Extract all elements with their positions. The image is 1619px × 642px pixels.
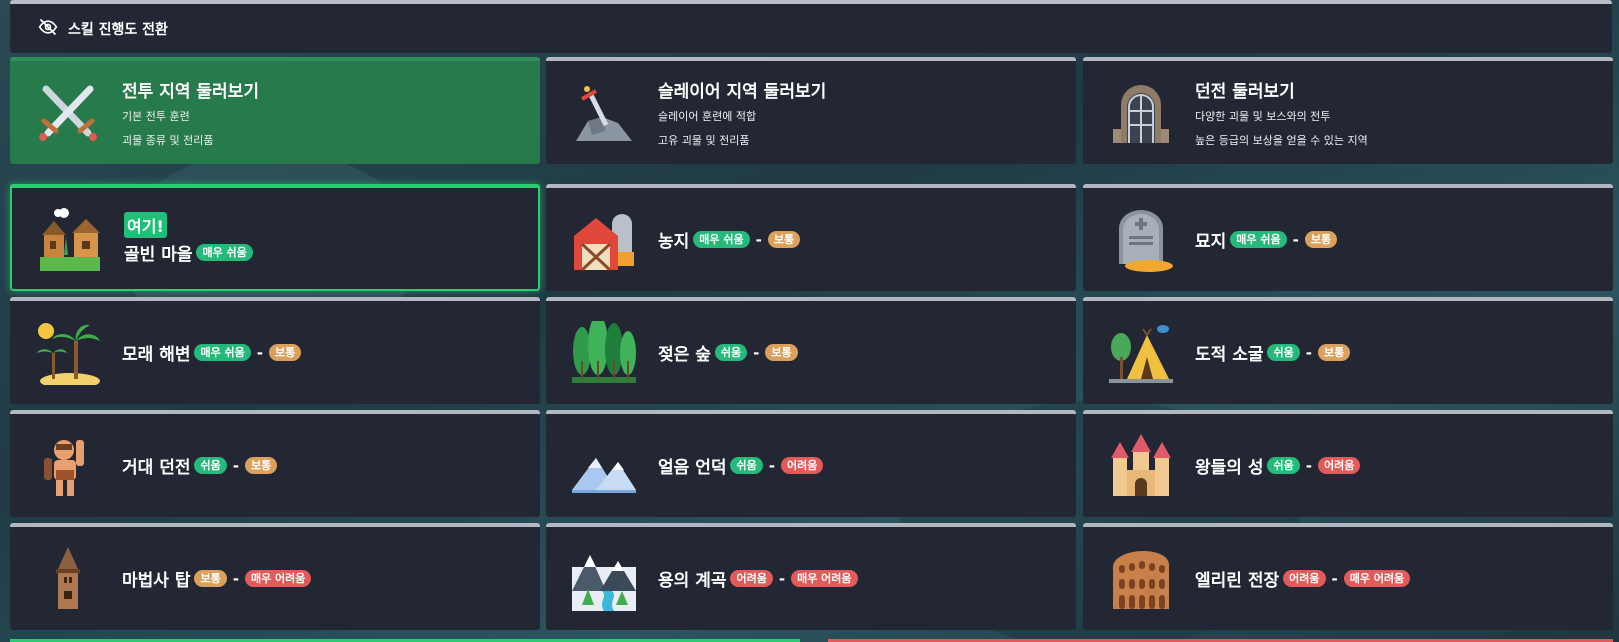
card-subtitle: 슬레이어 훈련에 적합 <box>658 110 757 123</box>
area-name: 골빈 마을 <box>124 245 193 265</box>
area-name: 엘리린 전장 <box>1195 571 1280 591</box>
separator: - <box>1305 456 1312 475</box>
forest-icon <box>572 314 636 385</box>
skill-progress-toggle-button[interactable]: 스킬 진행도 전환 <box>10 0 1612 53</box>
area-card-ice-hills[interactable]: 얼음 언덕 쉬움 - 어려움 <box>546 410 1076 517</box>
area-card-giant-dungeon[interactable]: 거대 던전 쉬움 - 보통 <box>10 410 540 517</box>
difficulty-badge: 보통 <box>767 230 801 249</box>
card-subtitle: 괴물 종류 및 전리품 <box>122 134 214 147</box>
village-icon <box>38 207 102 271</box>
area-name: 용의 계곡 <box>658 571 727 591</box>
dragon-valley-icon <box>572 547 636 611</box>
eye-slash-icon <box>38 17 58 41</box>
difficulty-badge: 어려움 <box>1283 569 1326 588</box>
card-title: 슬레이어 지역 둘러보기 <box>658 82 827 102</box>
dungeon-door-icon <box>1109 81 1173 145</box>
card-title: 전투 지역 둘러보기 <box>122 82 259 102</box>
difficulty-badge: 매우 어려움 <box>791 569 858 588</box>
difficulty-badge: 어려움 <box>1317 456 1361 475</box>
slayer-area-overview-card[interactable]: 슬레이어 지역 둘러보기 슬레이어 훈련에 적합 고유 괴물 및 전리품 <box>546 57 1076 164</box>
difficulty-badge: 보통 <box>194 569 227 588</box>
area-card-wet-forest[interactable]: 젖은 숲 쉬움 - 보통 <box>546 297 1076 404</box>
toggle-label: 스킬 진행도 전환 <box>68 21 168 38</box>
separator: - <box>1305 343 1312 362</box>
separator: - <box>778 569 786 588</box>
difficulty-badge: 매우 쉬움 <box>1230 230 1287 249</box>
giant-icon <box>36 434 100 498</box>
gravestone-icon <box>1109 208 1173 272</box>
difficulty-badge: 어려움 <box>780 456 824 475</box>
wizard-tower-icon <box>36 546 100 611</box>
card-subtitle: 다양한 괴물 및 보스와의 전투 <box>1195 110 1331 123</box>
dungeon-overview-card[interactable]: 던전 둘러보기 다양한 괴물 및 보스와의 전투 높은 등급의 보상을 얻을 수… <box>1083 57 1613 164</box>
colosseum-icon <box>1109 547 1173 611</box>
card-subtitle: 기본 전투 훈련 <box>122 110 190 123</box>
area-name: 묘지 <box>1195 232 1227 252</box>
area-card-elirin-battlefield[interactable]: 엘리린 전장 어려움 - 매우 어려움 <box>1083 523 1613 630</box>
separator: - <box>768 456 775 475</box>
separator: - <box>1292 230 1299 249</box>
area-card-wizard-tower[interactable]: 마법사 탑 보통 - 매우 어려움 <box>10 523 540 630</box>
separator: - <box>753 343 760 362</box>
separator: - <box>232 569 239 588</box>
card-subtitle: 고유 괴물 및 전리품 <box>658 134 750 147</box>
area-name: 얼음 언덕 <box>658 458 727 478</box>
castle-icon <box>1109 433 1173 498</box>
area-card-farmland[interactable]: 농지 매우 쉬움 - 보통 <box>546 184 1076 291</box>
area-name: 왕들의 성 <box>1195 458 1264 478</box>
separator: - <box>1331 569 1338 588</box>
tent-icon <box>1109 321 1173 385</box>
combat-area-overview-card[interactable]: 전투 지역 둘러보기 기본 전투 훈련 괴물 종류 및 전리품 <box>10 57 540 164</box>
area-card-graveyard[interactable]: 묘지 매우 쉬움 - 보통 <box>1083 184 1613 291</box>
area-name: 농지 <box>658 232 690 252</box>
difficulty-badge: 매우 어려움 <box>244 569 312 588</box>
difficulty-badge: 쉬움 <box>1267 343 1300 362</box>
barn-icon <box>572 208 636 272</box>
separator: - <box>232 456 239 475</box>
separator: - <box>755 230 762 249</box>
difficulty-badge: 매우 쉬움 <box>194 343 251 362</box>
area-card-kings-castle[interactable]: 왕들의 성 쉬움 - 어려움 <box>1083 410 1613 517</box>
crossed-swords-icon <box>36 81 100 145</box>
difficulty-badge: 어려움 <box>730 569 773 588</box>
area-name: 도적 소굴 <box>1195 345 1264 365</box>
difficulty-badge: 보통 <box>765 343 798 362</box>
area-card-goblin-village[interactable]: 여기! 골빈 마을 매우 쉬움 <box>10 184 540 291</box>
area-name: 거대 던전 <box>122 458 191 478</box>
separator: - <box>256 343 264 362</box>
area-name: 젖은 숲 <box>658 345 711 365</box>
difficulty-badge: 쉬움 <box>714 343 748 362</box>
ice-hills-icon <box>572 434 636 498</box>
difficulty-badge: 쉬움 <box>194 456 227 475</box>
area-name: 모래 해변 <box>122 345 191 365</box>
difficulty-badge: 매우 어려움 <box>1343 569 1411 588</box>
sword-in-stone-icon <box>572 81 636 145</box>
area-card-bandit-hideout[interactable]: 도적 소굴 쉬움 - 보통 <box>1083 297 1613 404</box>
difficulty-badge: 보통 <box>269 343 302 362</box>
difficulty-badge: 매우 쉬움 <box>196 243 253 262</box>
current-location-badge: 여기! <box>124 212 167 238</box>
palm-beach-icon <box>36 321 100 389</box>
difficulty-badge: 매우 쉬움 <box>693 230 750 249</box>
area-card-sand-beach[interactable]: 모래 해변 매우 쉬움 - 보통 <box>10 297 540 404</box>
difficulty-badge: 쉬움 <box>730 456 763 475</box>
card-subtitle: 높은 등급의 보상을 얻을 수 있는 지역 <box>1195 134 1368 147</box>
difficulty-badge: 보통 <box>244 456 278 475</box>
difficulty-badge: 보통 <box>1317 343 1351 362</box>
difficulty-badge: 쉬움 <box>1267 456 1300 475</box>
difficulty-badge: 보통 <box>1304 230 1338 249</box>
card-title: 던전 둘러보기 <box>1195 82 1295 102</box>
area-name: 마법사 탑 <box>122 571 191 591</box>
area-card-dragon-valley[interactable]: 용의 계곡 어려움 - 매우 어려움 <box>546 523 1076 630</box>
